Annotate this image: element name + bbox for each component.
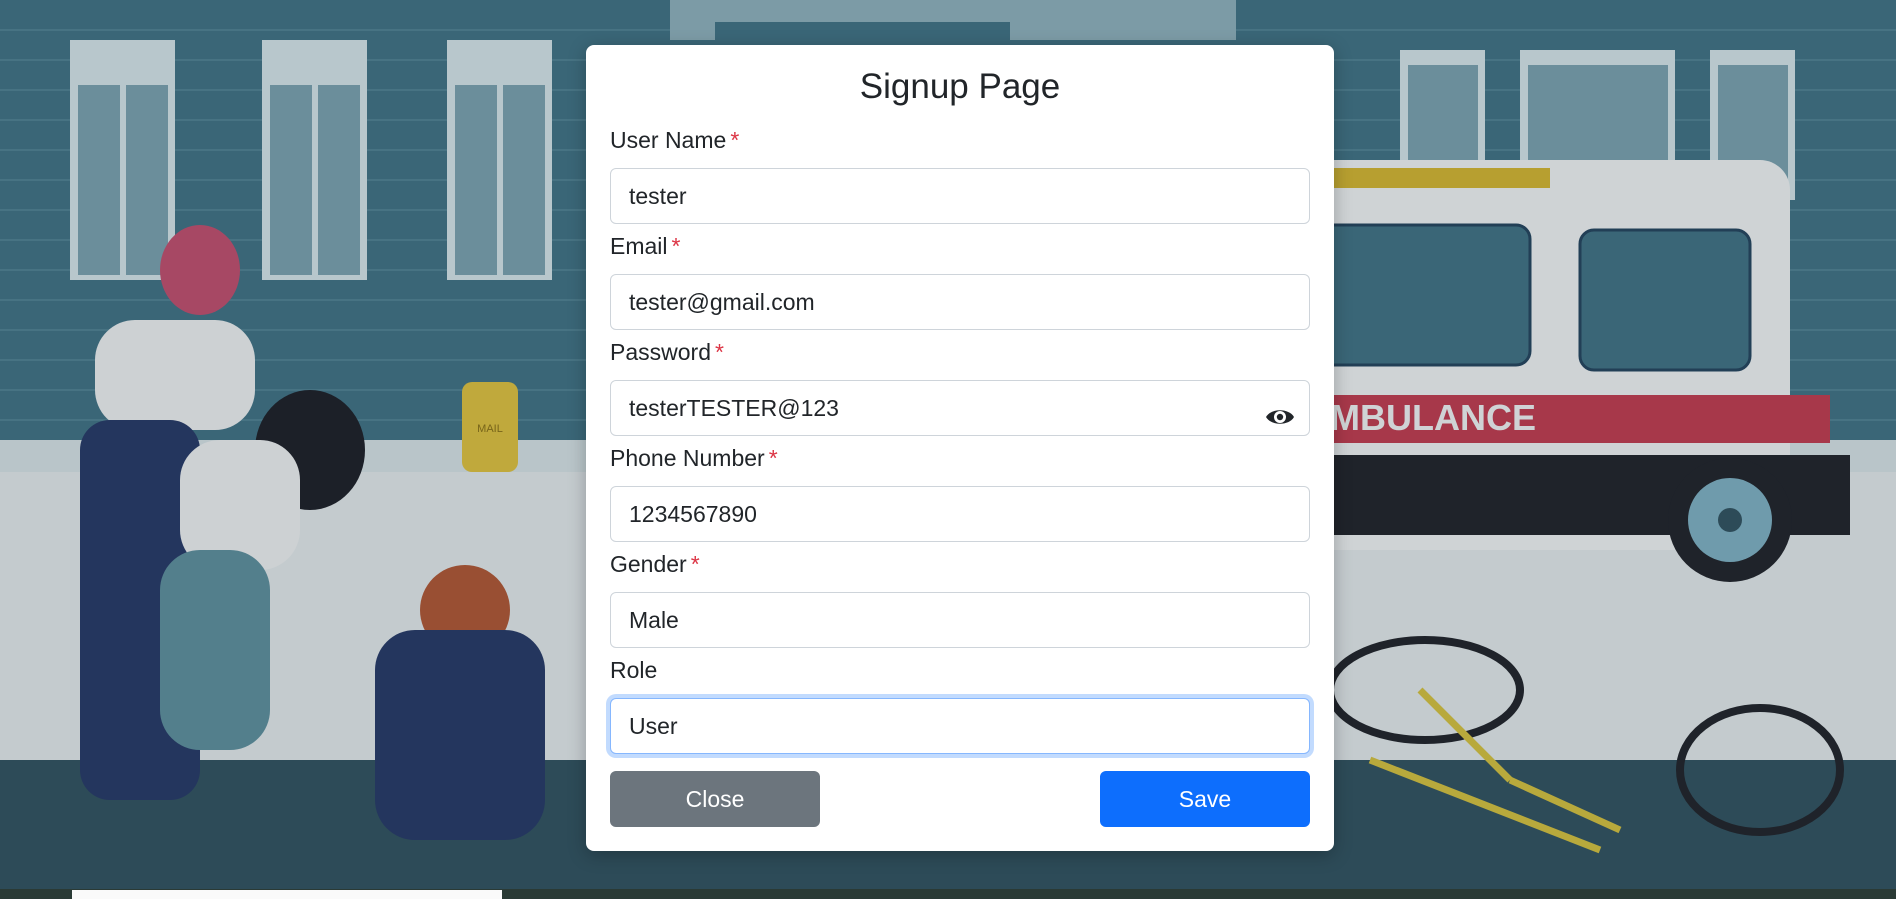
username-label: User Name * [610, 127, 740, 153]
required-marker: * [714, 339, 724, 365]
role-select[interactable]: User [610, 698, 1310, 754]
phone-input[interactable]: 1234567890 [610, 486, 1310, 542]
close-button[interactable]: Close [610, 771, 820, 827]
gender-label: Gender * [610, 551, 700, 577]
required-marker: * [690, 551, 700, 577]
password-label: Password * [610, 339, 724, 365]
role-label: Role [610, 657, 658, 683]
required-marker: * [671, 233, 681, 259]
email-label: Email * [610, 233, 681, 259]
eye-icon[interactable] [1265, 395, 1295, 424]
required-marker: * [730, 127, 740, 153]
modal-footer: Close Save [610, 771, 1310, 827]
username-input[interactable]: tester [610, 168, 1310, 224]
phone-label: Phone Number * [610, 445, 778, 471]
password-input[interactable]: testerTESTER@123 [610, 380, 1310, 436]
page-bottom-card [72, 890, 502, 899]
email-input[interactable]: tester@gmail.com [610, 274, 1310, 330]
required-marker: * [768, 445, 778, 471]
gender-select[interactable]: Male [610, 592, 1310, 648]
save-button[interactable]: Save [1100, 771, 1310, 827]
page-title: Signup Page [859, 67, 1061, 106]
signup-modal: Signup Page User Name * tester Email * tes… [586, 45, 1334, 851]
